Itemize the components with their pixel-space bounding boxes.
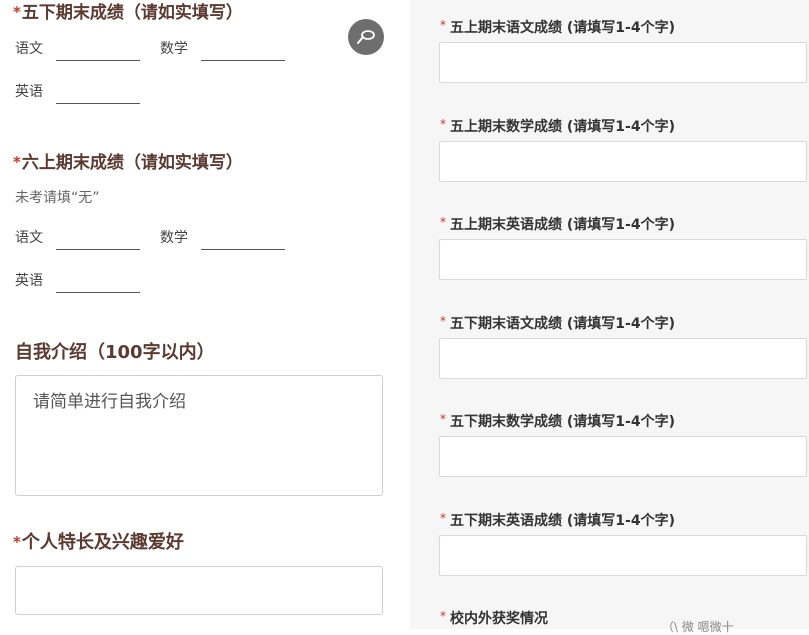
answer-input[interactable] [439,535,807,576]
question-text: 校内外获奖情况 [450,611,548,627]
english-score-input[interactable] [56,292,140,293]
section-title-6th-final: *六上期末成绩（请如实填写） [13,148,243,173]
question-label: * 校内外获奖情况 [440,608,548,628]
right-form-panel: * 五上期末语文成绩 (请填写1-4个字) * 五上期末数学成绩 (请填写1-4个字… [410,0,809,629]
question-text: 五下期末语文成绩 (请填写1-4个字) [450,316,675,332]
answer-input[interactable] [439,338,807,379]
answer-input[interactable] [439,239,807,280]
question-label: * 五下期末英语成绩 (请填写1-4个字) [440,510,675,530]
section-title-self-intro: 自我介绍（100字以内） [15,342,215,363]
required-mark: * [440,215,446,229]
required-mark: * [440,412,446,426]
required-mark: * [440,609,446,623]
question-label: * 五下期末数学成绩 (请填写1-4个字) [440,411,675,431]
section-note: 未考请填“无” [15,190,100,206]
self-intro-textarea[interactable]: 请简单进行自我介绍 [15,375,383,496]
label-chinese: 语文 [15,41,43,57]
required-mark: * [13,3,21,21]
label-english: 英语 [15,273,43,289]
question-text: 五上期末英语成绩 (请填写1-4个字) [450,217,675,233]
section-title-hobbies: *个人特长及兴趣爱好 [13,528,184,554]
question-label: * 五上期末语文成绩 (请填写1-4个字) [440,17,675,37]
math-score-input[interactable] [201,60,285,61]
question-text: 五下期末数学成绩 (请填写1-4个字) [450,414,675,430]
floating-action-button[interactable] [348,19,384,55]
chinese-score-input[interactable] [56,60,140,61]
label-math: 数学 [160,230,188,246]
required-mark: * [13,533,21,551]
hobbies-input[interactable] [15,566,383,615]
section-title-text: 六上期末成绩（请如实填写） [21,153,243,173]
required-mark: * [440,18,446,32]
question-label: * 五上期末数学成绩 (请填写1-4个字) [440,116,675,136]
required-mark: * [440,314,446,328]
left-form-panel: *五下期末成绩（请如实填写） 语文 数学 英语 *六上期末成绩（请如实填写） 未… [0,0,400,629]
watermark-text: （\ 微 嗯微十 [662,620,734,634]
section-title-text: 五下期末成绩（请如实填写） [21,3,243,23]
self-intro-placeholder: 请简单进行自我介绍 [33,392,186,412]
label-english: 英语 [15,84,43,100]
answer-input[interactable] [439,42,807,83]
label-chinese: 语文 [15,230,43,246]
required-mark: * [13,153,21,171]
english-score-input[interactable] [56,103,140,104]
answer-input[interactable] [439,436,807,477]
question-text: 五下期末英语成绩 (请填写1-4个字) [450,513,675,529]
question-label: * 五下期末语文成绩 (请填写1-4个字) [440,313,675,333]
section-title-text: 个人特长及兴趣爱好 [21,532,184,553]
chinese-score-input[interactable] [56,249,140,250]
spoon-icon [357,30,375,44]
required-mark: * [440,117,446,131]
question-text: 五上期末数学成绩 (请填写1-4个字) [450,119,675,135]
question-text: 五上期末语文成绩 (请填写1-4个字) [450,20,675,36]
math-score-input[interactable] [201,249,285,250]
required-mark: * [440,511,446,525]
answer-input[interactable] [439,141,807,182]
question-label: * 五上期末英语成绩 (请填写1-4个字) [440,214,675,234]
section-title-5th-final: *五下期末成绩（请如实填写） [13,0,243,23]
label-math: 数学 [160,41,188,57]
